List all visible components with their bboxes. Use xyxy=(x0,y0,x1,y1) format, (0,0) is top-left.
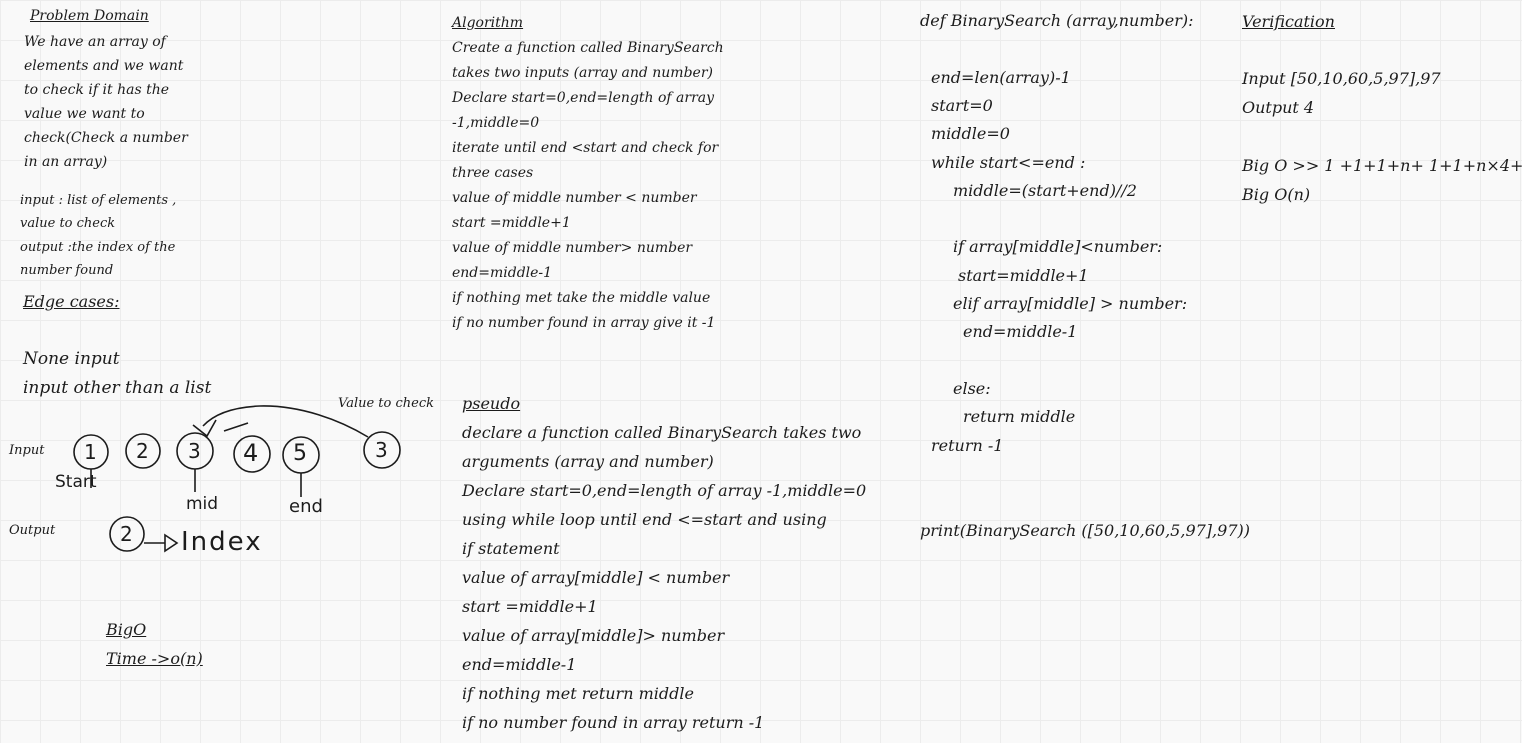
circle-label: 1 xyxy=(84,440,97,464)
value-circle-label: 3 xyxy=(375,438,388,462)
code-def-line: def BinarySearch (array,number): xyxy=(920,11,1194,30)
code-line: if array[middle]<number: xyxy=(953,237,1163,256)
code-print-line: print(BinarySearch ([50,10,60,5,97],97)) xyxy=(920,521,1250,540)
code-line: return -1 xyxy=(931,436,1004,455)
pseudo-line: Declare start=0,end=length of array -1,m… xyxy=(462,481,867,500)
pseudo-line: using while loop until end <=start and u… xyxy=(462,510,827,529)
algorithm-line: Declare start=0,end=length of array xyxy=(452,90,715,106)
algorithm-line: three cases xyxy=(452,165,534,181)
code-line: elif array[middle] > number: xyxy=(953,294,1188,313)
algorithm-line: value of middle number> number xyxy=(452,240,693,256)
code-line: middle=(start+end)//2 xyxy=(953,181,1137,200)
pseudo-line: if nothing met return middle xyxy=(462,684,694,703)
code-line: start=0 xyxy=(931,96,993,115)
start-label: Start xyxy=(55,472,97,492)
algorithm-line: -1,middle=0 xyxy=(452,115,540,131)
algorithm-line: if nothing met take the middle value xyxy=(452,290,711,306)
output-circle-label: 2 xyxy=(120,522,133,546)
pseudo-line: if statement xyxy=(462,539,560,558)
circle-label: 4 xyxy=(243,439,259,467)
algorithm-line: iterate until end <start and check for xyxy=(452,140,719,156)
pseudo-line: end=middle-1 xyxy=(462,655,577,674)
circle-label: 5 xyxy=(293,441,307,466)
bigo-heading: BigO xyxy=(106,620,147,639)
code-line: middle=0 xyxy=(931,124,1010,143)
pseudo-line: if no number found in array return -1 xyxy=(462,713,765,732)
code-line: end=len(array)-1 xyxy=(931,68,1071,87)
code-line: return middle xyxy=(963,407,1076,426)
algorithm-line: end=middle-1 xyxy=(452,265,553,281)
code-line: else: xyxy=(953,379,991,398)
algorithm-line: start =middle+1 xyxy=(452,215,571,231)
code-line: start=middle+1 xyxy=(958,266,1089,285)
verification-bigo-result: Big O(n) xyxy=(1242,185,1311,204)
pseudo-heading: pseudo xyxy=(462,394,521,413)
code-line: while start<=end : xyxy=(931,153,1086,172)
circle-label: 3 xyxy=(188,439,201,463)
code-line: end=middle-1 xyxy=(963,322,1078,341)
verification-input: Input [50,10,60,5,97],97 xyxy=(1242,69,1441,88)
algorithm-heading: Algorithm xyxy=(452,15,524,31)
index-label: Index xyxy=(181,527,263,557)
output-arrow-head xyxy=(164,533,179,553)
pseudo-line: arguments (array and number) xyxy=(462,452,714,471)
pseudo-line: declare a function called BinarySearch t… xyxy=(462,423,862,442)
verification-heading: Verification xyxy=(1242,12,1335,31)
end-label: end xyxy=(289,496,323,517)
verification-bigo-sum: Big O >> 1 +1+1+n+ 1+1+n×4+1 xyxy=(1242,156,1522,175)
pseudo-line: start =middle+1 xyxy=(462,597,598,616)
algorithm-line: Create a function called BinarySearch xyxy=(452,40,724,56)
mid-label: mid xyxy=(186,494,219,514)
pseudo-line: value of array[middle] < number xyxy=(462,568,730,587)
pseudo-line: value of array[middle]> number xyxy=(462,626,725,645)
algorithm-line: takes two inputs (array and number) xyxy=(452,65,713,81)
circle-label: 2 xyxy=(136,439,149,463)
verification-output: Output 4 xyxy=(1242,98,1315,117)
bigo-time: Time ->o(n) xyxy=(106,649,203,668)
algorithm-line: value of middle number < number xyxy=(452,190,697,206)
algorithm-line: if no number found in array give it -1 xyxy=(452,315,716,331)
arrow-curve xyxy=(202,405,369,438)
arrow-tick xyxy=(223,422,249,432)
